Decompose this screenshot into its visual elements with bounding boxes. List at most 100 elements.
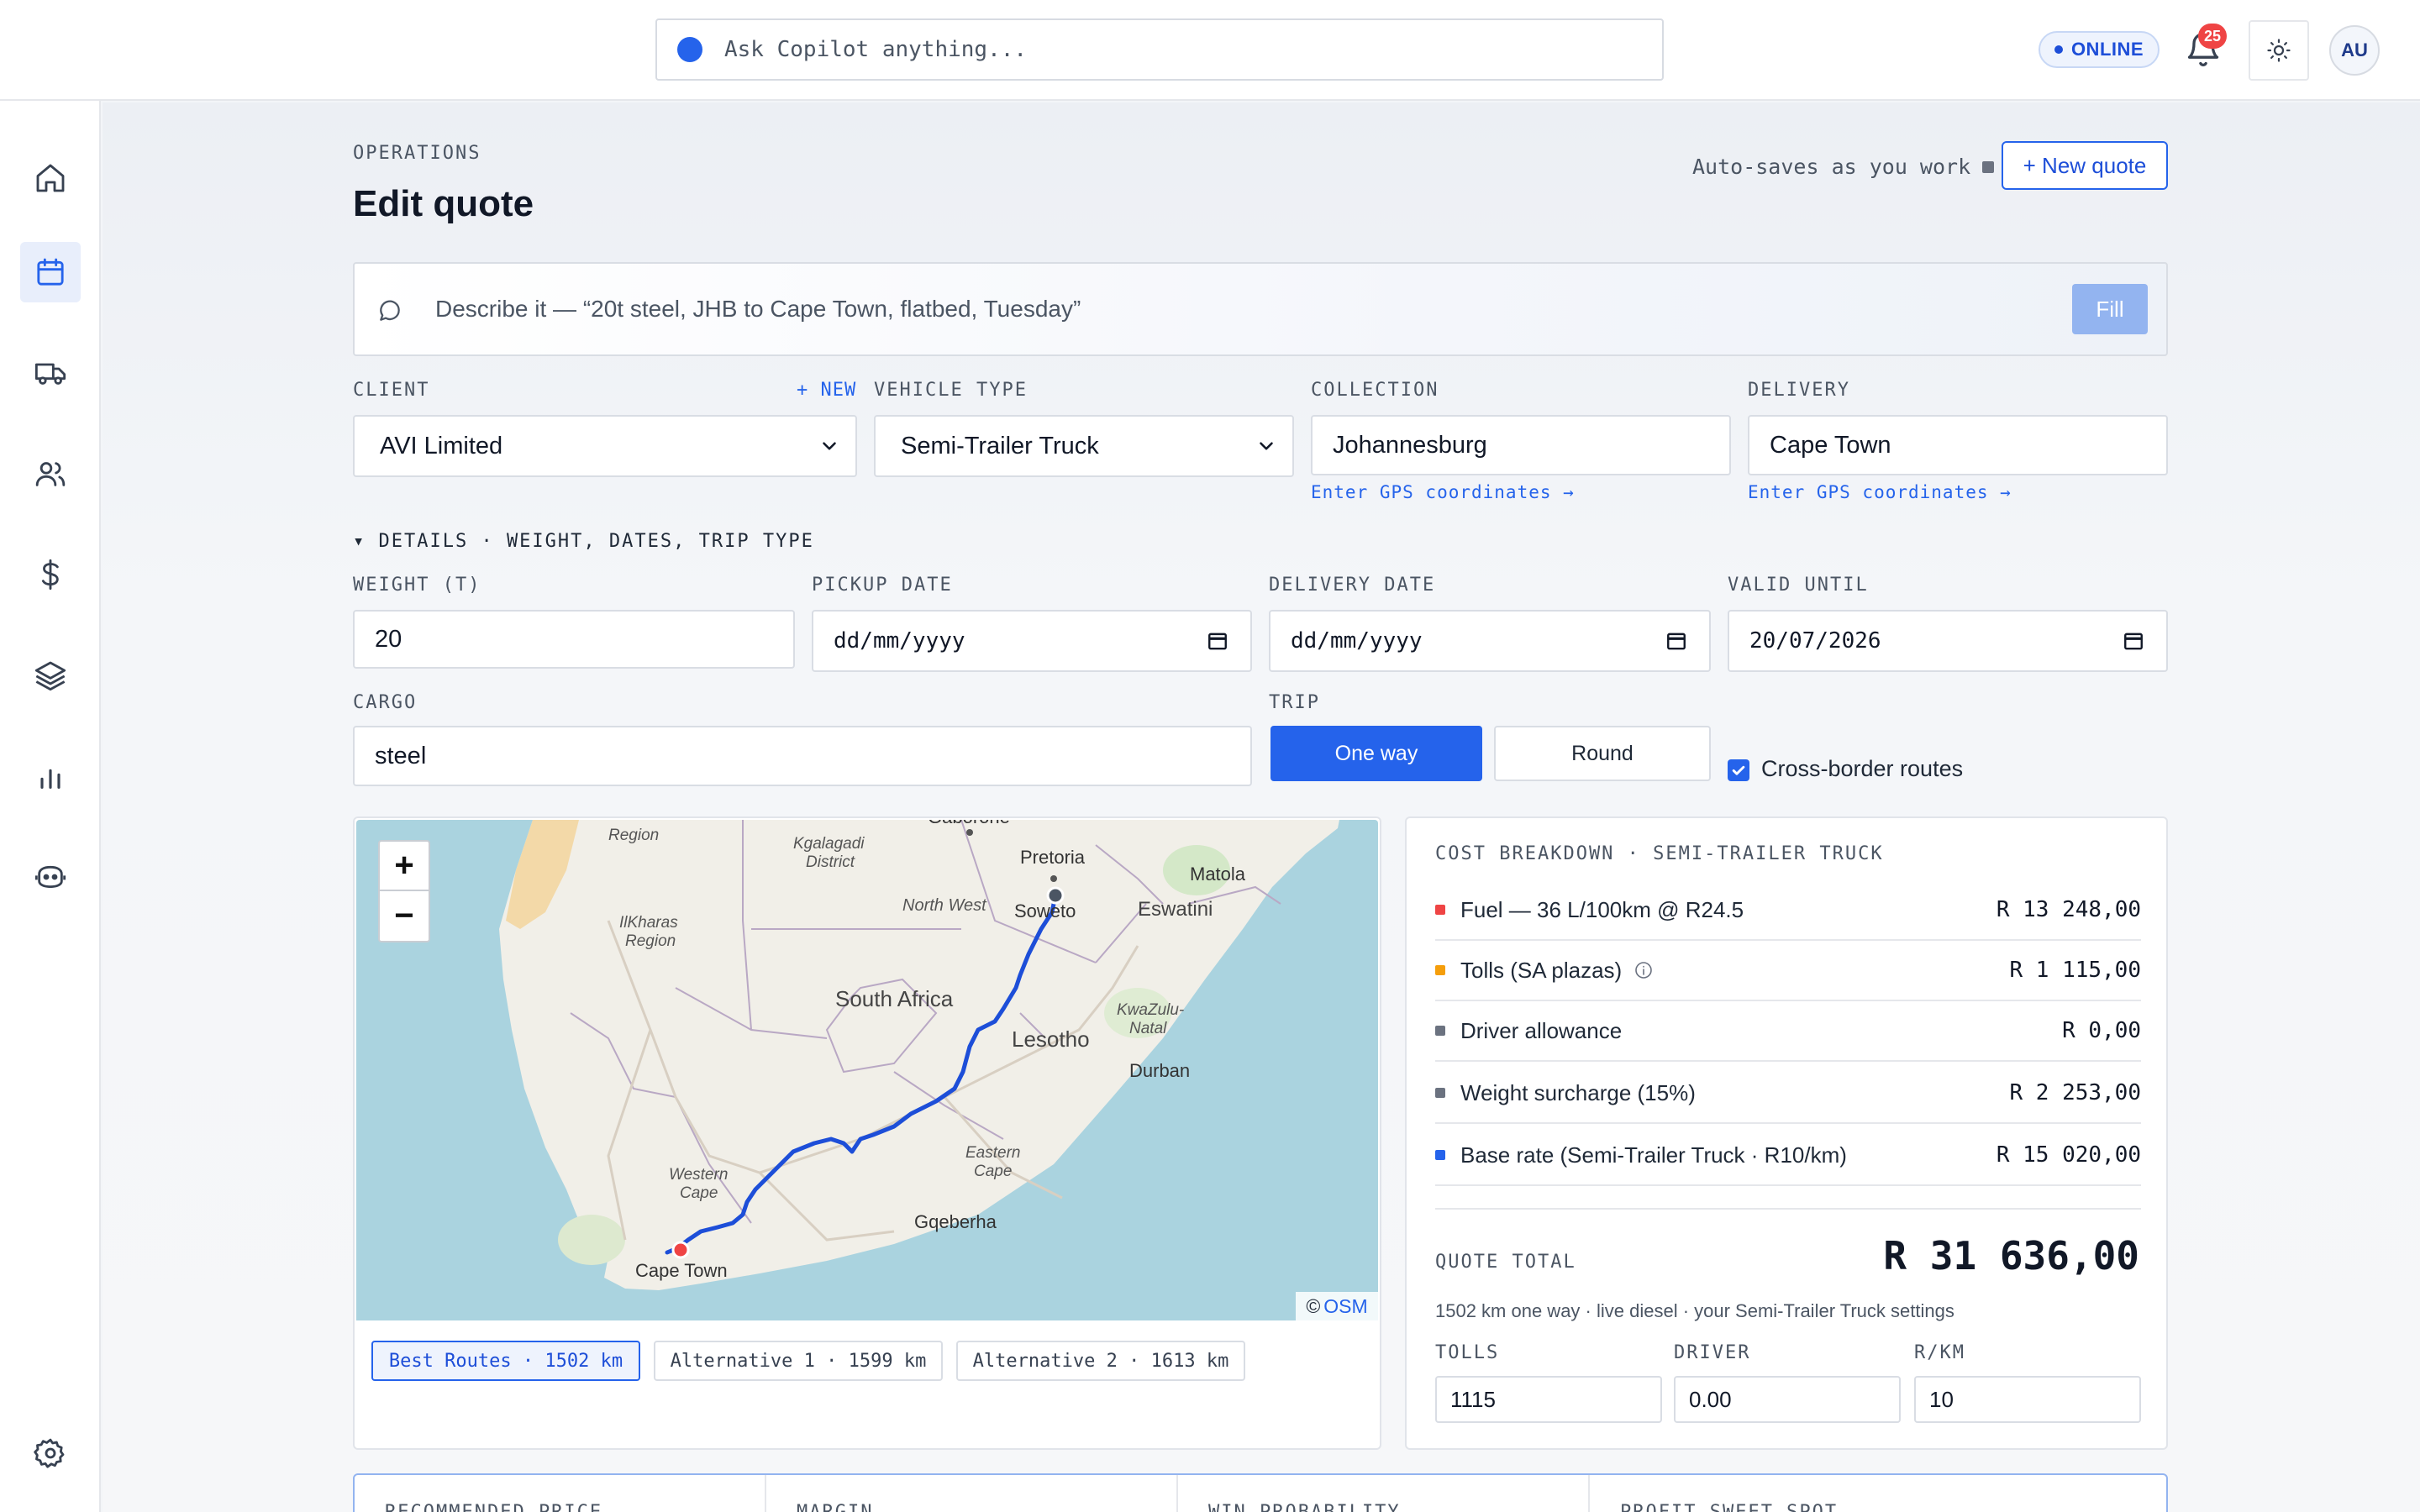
truck-icon	[34, 363, 66, 385]
cost-amount: R 13 248,00	[1996, 897, 2141, 922]
stat-label: PROFIT SWEET SPOT	[1620, 1502, 1838, 1512]
tolls-input[interactable]: 1115	[1435, 1376, 1662, 1423]
sidebar	[0, 101, 101, 1512]
sidebar-item-assistant[interactable]	[20, 847, 81, 907]
map-label-matola: Matola	[1190, 864, 1246, 885]
attribution-copyright: ©	[1306, 1294, 1321, 1317]
sidebar-item-clients[interactable]	[20, 444, 81, 504]
users-icon	[35, 462, 66, 486]
sidebar-item-finance[interactable]	[20, 544, 81, 605]
chat-bubble-icon	[380, 300, 400, 321]
route-option-alternative-2[interactable]: Alternative 2 · 1613 km	[956, 1341, 1245, 1381]
map-label-kwazulu: KwaZulu-	[1117, 1001, 1184, 1019]
pickup-date-input[interactable]: dd/mm/yyyy	[812, 610, 1252, 672]
cost-row-tolls: Tolls (SA plazas) R 1 115,00	[1435, 941, 2141, 1001]
map-zoom-controls: + −	[378, 840, 430, 942]
map-label-soweto: Soweto	[1014, 900, 1076, 921]
driver-label: DRIVER	[1674, 1342, 1751, 1363]
fuel-color-icon	[1435, 905, 1445, 915]
theme-toggle-button[interactable]	[2249, 20, 2309, 81]
valid-until-input[interactable]: 20/07/2026	[1728, 610, 2168, 672]
details-toggle[interactable]: ▾ DETAILS · WEIGHT, DATES, TRIP TYPE	[353, 531, 814, 552]
route-map-card: Region Kgalagadi District Gaborone Preto…	[353, 816, 1381, 1450]
fill-button[interactable]: Fill	[2072, 284, 2148, 334]
vehicle-type-select[interactable]: Semi-Trailer Truck	[874, 415, 1294, 477]
delivery-input[interactable]: Cape Town	[1748, 415, 2168, 475]
cost-row-driver: Driver allowance R 0,00	[1435, 1001, 2141, 1062]
sidebar-item-layers[interactable]	[20, 645, 81, 706]
cost-label: Driver allowance	[1460, 1017, 1623, 1043]
copilot-search-bar[interactable]: Ask Copilot anything...	[655, 18, 1664, 81]
sidebar-item-quotes[interactable]	[20, 242, 81, 302]
quote-total-label: QUOTE TOTAL	[1435, 1252, 1576, 1273]
stat-label: MARGIN	[797, 1502, 873, 1512]
base-rate-color-icon	[1435, 1150, 1445, 1160]
stat-profit-sweet-spot: PROFIT SWEET SPOT	[1590, 1475, 2166, 1512]
cargo-input[interactable]: steel	[353, 726, 1252, 786]
notification-count-badge: 25	[2198, 24, 2227, 49]
zoom-out-button[interactable]: −	[380, 891, 429, 941]
top-bar: Ask Copilot anything... ONLINE 25 AU	[0, 0, 2420, 101]
cost-row-fuel: Fuel — 36 L/100km @ R24.5 R 13 248,00	[1435, 880, 2141, 941]
map-label-kgalagadi: Kgalagadi	[793, 835, 865, 853]
delivery-date-input[interactable]: dd/mm/yyyy	[1269, 610, 1711, 672]
bar-chart-icon	[40, 769, 60, 789]
vehicle-type-value: Semi-Trailer Truck	[901, 432, 1099, 459]
driver-input[interactable]: 0.00	[1674, 1376, 1901, 1423]
sidebar-item-settings[interactable]	[20, 1423, 81, 1483]
route-option-best[interactable]: Best Routes · 1502 km	[371, 1341, 640, 1381]
cost-label: Tolls (SA plazas)	[1460, 957, 1623, 983]
trip-one-way-button[interactable]: One way	[1270, 726, 1482, 781]
sidebar-item-analytics[interactable]	[20, 746, 81, 806]
map-label-eastern-cape: Cape	[974, 1163, 1012, 1180]
breadcrumb: OPERATIONS	[353, 143, 481, 164]
cargo-label: CARGO	[353, 692, 418, 713]
collection-input[interactable]: Johannesburg	[1311, 415, 1731, 475]
osm-link[interactable]: OSM	[1323, 1295, 1367, 1318]
cross-border-checkbox[interactable]	[1728, 759, 1749, 781]
cost-label: Weight surcharge (15%)	[1460, 1079, 1696, 1105]
client-value: AVI Limited	[380, 432, 503, 459]
quote-total-note: 1502 km one way · live diesel · your Sem…	[1435, 1300, 1954, 1321]
route-option-alternative-1[interactable]: Alternative 1 · 1599 km	[654, 1341, 943, 1381]
delivery-date-label: DELIVERY DATE	[1269, 575, 1436, 596]
collection-gps-link[interactable]: Enter GPS coordinates →	[1311, 482, 1575, 502]
delivery-label: DELIVERY	[1748, 380, 1850, 401]
info-icon[interactable]	[1634, 960, 1654, 980]
copilot-placeholder: Ask Copilot anything...	[724, 37, 1028, 62]
user-avatar[interactable]: AU	[2329, 25, 2380, 76]
client-select[interactable]: AVI Limited	[353, 415, 857, 477]
map-label-lesotho: Lesotho	[1012, 1026, 1090, 1052]
collection-label: COLLECTION	[1311, 380, 1439, 401]
sidebar-item-fleet[interactable]	[20, 343, 81, 403]
rate-per-km-input[interactable]: 10	[1914, 1376, 2141, 1423]
delivery-gps-link[interactable]: Enter GPS coordinates →	[1748, 482, 2012, 502]
bot-icon	[34, 865, 66, 889]
rate-per-km-label: R/KM	[1914, 1342, 1965, 1363]
dollar-icon	[41, 559, 59, 591]
sun-icon	[2267, 39, 2291, 62]
tolls-label: TOLLS	[1435, 1342, 1500, 1363]
cross-border-label: Cross-border routes	[1761, 756, 1964, 781]
map-label-eswatini: Eswatini	[1138, 898, 1213, 921]
map-canvas: Region Kgalagadi District Gaborone Preto…	[356, 820, 1378, 1320]
new-client-link[interactable]: + NEW	[797, 380, 856, 401]
zoom-in-button[interactable]: +	[380, 842, 429, 891]
cost-label-wrapper: Tolls (SA plazas)	[1460, 958, 1654, 984]
tolls-color-icon	[1435, 965, 1445, 975]
sidebar-item-home[interactable]	[20, 148, 81, 208]
stat-recommended-price: RECOMMENDED PRICE	[355, 1475, 766, 1512]
trip-round-button[interactable]: Round	[1494, 726, 1711, 781]
map-label-gaborone: Gaborone	[928, 820, 1010, 827]
map-label-western: Western	[669, 1166, 728, 1184]
weight-input[interactable]: 20	[353, 610, 795, 669]
trip-label: TRIP	[1269, 692, 1320, 713]
online-dot-icon	[2054, 45, 2063, 54]
route-map[interactable]: Region Kgalagadi District Gaborone Preto…	[356, 820, 1378, 1320]
cost-breakdown-card: COST BREAKDOWN · SEMI-TRAILER TRUCK Fuel…	[1405, 816, 2168, 1450]
describe-input[interactable]: Describe it — “20t steel, JHB to Cape To…	[353, 262, 2168, 356]
cost-amount: R 0,00	[2062, 1018, 2141, 1043]
calendar-icon	[1667, 633, 1686, 650]
driver-color-icon	[1435, 1026, 1445, 1036]
new-quote-button[interactable]: + New quote	[2002, 141, 2168, 190]
